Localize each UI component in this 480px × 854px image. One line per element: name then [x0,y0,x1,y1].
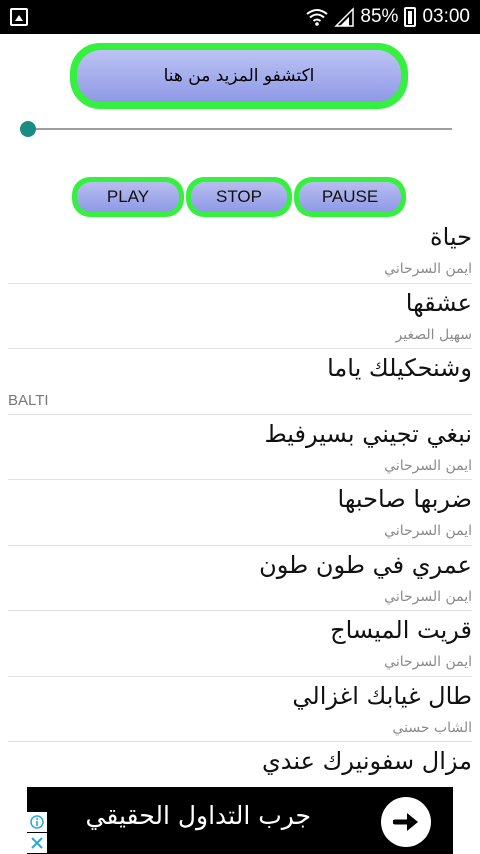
signal-icon [334,7,355,27]
seekbar[interactable] [20,120,452,138]
song-title: قريت الميساج [330,616,472,644]
song-artist: الشاب حسني [392,719,472,736]
pause-button[interactable]: PAUSE [294,177,406,217]
status-bar-right: 85% 03:00 [306,0,470,34]
song-artist: ايمن السرحاني [384,261,472,277]
ad-close-icon[interactable] [27,833,47,853]
seekbar-thumb[interactable] [20,121,36,137]
song-artist: BALTI [8,392,49,409]
image-notification-icon [10,8,28,26]
list-item[interactable]: ضربها صاحبها ايمن السرحاني [8,480,472,546]
stop-label: STOP [191,182,287,212]
ad-text: جرب التداول الحقيقي [85,801,311,830]
stop-button[interactable]: STOP [186,177,292,217]
list-item[interactable]: طال غيابك اغزالي الشاب حسني [8,677,472,742]
discover-more-label: اكتشفو المزيد من هنا [77,50,401,102]
status-bar: 85% 03:00 [0,0,480,34]
song-title: ضربها صاحبها [337,485,472,513]
list-item[interactable]: حياة ايمن السرحاني [8,218,472,284]
play-label: PLAY [77,182,179,212]
song-title: مزال سفونيرك عندي [262,747,472,775]
list-item[interactable]: عشقها سهيل الصغير [8,284,472,349]
discover-more-button[interactable]: اكتشفو المزيد من هنا [70,43,408,109]
ad-banner[interactable]: جرب التداول الحقيقي [27,787,453,854]
song-artist: ايمن السرحاني [384,654,472,670]
list-item[interactable]: نبغي تجيني بسيرفيط ايمن السرحاني [8,415,473,480]
song-artist: ايمن السرحاني [384,457,472,474]
pause-label: PAUSE [299,182,401,212]
list-item[interactable]: عمري في طون طون ايمن السرحاني [8,546,472,611]
song-title: عشقها [405,288,472,317]
song-title: طال غيابك اغزالي [292,681,472,710]
song-artist: ايمن السرحاني [384,588,472,605]
seekbar-track [28,128,452,130]
wifi-icon [306,7,329,27]
song-list: حياة ايمن السرحاني عشقها سهيل الصغير وشن… [0,218,480,808]
clock-time: 03:00 [422,6,470,27]
battery-percentage: 85% [360,6,399,27]
battery-charging-icon [404,7,417,27]
song-title: نبغي تجيني بسيرفيط [264,419,473,448]
song-artist: سهيل الصغير [395,326,472,343]
song-title: عمري في طون طون [259,550,472,579]
ad-info-icon[interactable] [27,812,47,832]
song-title: حياة [430,223,472,251]
play-button[interactable]: PLAY [72,177,184,217]
arrow-right-icon[interactable] [381,797,431,847]
list-item[interactable]: قريت الميساج ايمن السرحاني [8,611,472,677]
song-title: وشنحكيلك ياما [327,354,472,382]
list-item[interactable]: وشنحكيلك ياما BALTI [8,349,472,415]
song-artist: ايمن السرحاني [384,523,472,539]
